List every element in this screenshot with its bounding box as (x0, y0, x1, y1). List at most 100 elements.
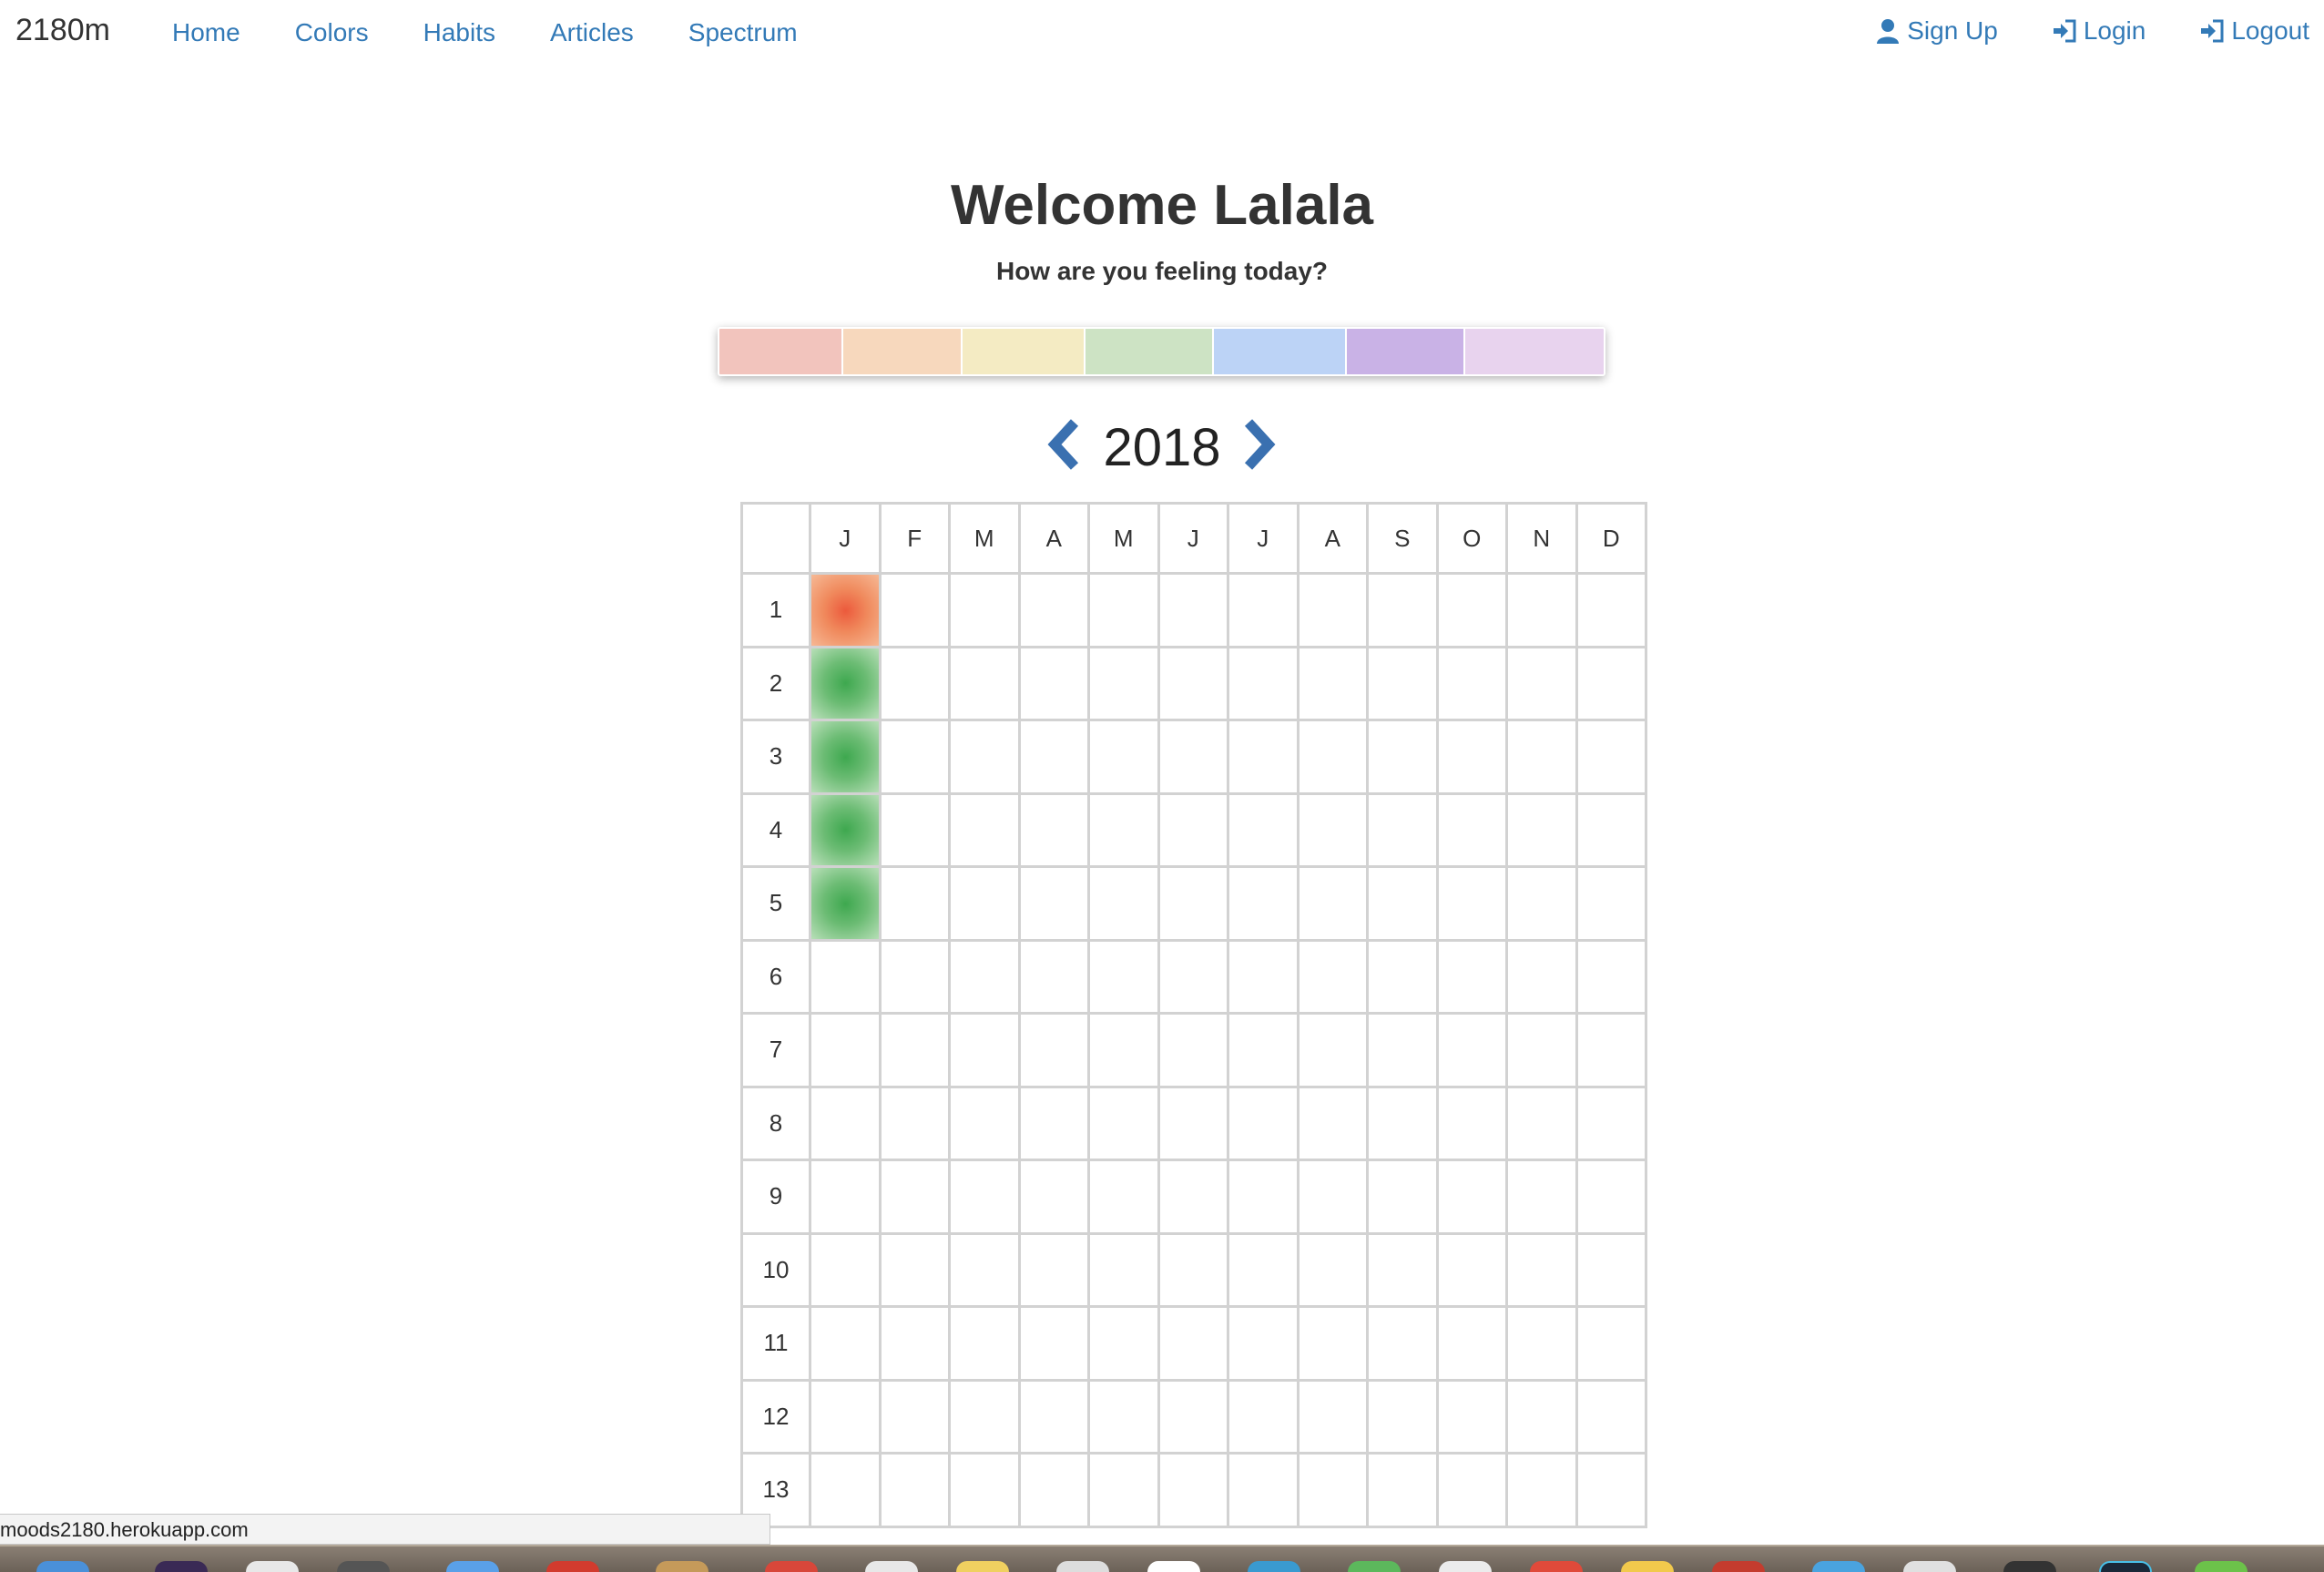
day-cell[interactable] (1157, 1452, 1229, 1528)
day-cell[interactable] (948, 938, 1021, 1015)
day-cell[interactable] (1575, 791, 1647, 868)
chevron-left-icon[interactable] (1042, 417, 1082, 472)
day-cell[interactable] (878, 719, 951, 795)
day-cell[interactable] (1366, 1305, 1439, 1382)
chevron-right-icon[interactable] (1241, 417, 1281, 472)
day-cell[interactable] (1157, 572, 1229, 648)
dock-app-icon[interactable] (956, 1561, 1009, 1572)
day-cell[interactable] (1296, 719, 1369, 795)
day-cell[interactable] (1435, 938, 1508, 1015)
day-cell[interactable] (1366, 1378, 1439, 1455)
day-cell[interactable] (1227, 1085, 1300, 1161)
day-cell[interactable] (1296, 1231, 1369, 1308)
day-cell[interactable] (1505, 572, 1578, 648)
day-cell-orange[interactable] (809, 572, 882, 648)
day-cell[interactable] (1157, 1378, 1229, 1455)
day-cell[interactable] (1087, 572, 1160, 648)
day-cell[interactable] (1435, 1378, 1508, 1455)
day-cell[interactable] (1157, 791, 1229, 868)
day-cell[interactable] (1296, 938, 1369, 1015)
day-cell-green[interactable] (809, 865, 882, 942)
day-cell[interactable] (878, 572, 951, 648)
day-cell[interactable] (1157, 865, 1229, 942)
dock-app-icon[interactable] (765, 1561, 818, 1572)
day-cell[interactable] (1366, 1159, 1439, 1235)
day-cell[interactable] (1505, 1231, 1578, 1308)
dock-app-icon[interactable] (1348, 1561, 1401, 1572)
day-cell[interactable] (1366, 1012, 1439, 1088)
nav-home-link[interactable]: Home (172, 18, 240, 47)
day-cell[interactable] (1505, 1012, 1578, 1088)
day-cell[interactable] (1017, 572, 1090, 648)
day-cell[interactable] (878, 1085, 951, 1161)
day-cell[interactable] (1087, 1378, 1160, 1455)
day-cell[interactable] (1575, 1305, 1647, 1382)
day-cell[interactable] (1435, 645, 1508, 721)
mood-swatch-pink[interactable] (1465, 329, 1604, 374)
login-link[interactable]: Login (2051, 16, 2146, 46)
day-cell[interactable] (1017, 645, 1090, 721)
dock-app-icon[interactable] (1621, 1561, 1674, 1572)
day-cell[interactable] (1157, 719, 1229, 795)
day-cell[interactable] (878, 1231, 951, 1308)
dock-app-icon[interactable] (2099, 1561, 2152, 1572)
dock-app-icon[interactable] (446, 1561, 499, 1572)
day-cell[interactable] (809, 938, 882, 1015)
day-cell[interactable] (809, 1452, 882, 1528)
day-cell[interactable] (1227, 1378, 1300, 1455)
day-cell[interactable] (1575, 1159, 1647, 1235)
dock-app-icon[interactable] (546, 1561, 599, 1572)
day-cell[interactable] (1296, 1085, 1369, 1161)
day-cell[interactable] (1157, 1012, 1229, 1088)
dock-app-icon[interactable] (1812, 1561, 1865, 1572)
nav-habits-link[interactable]: Habits (423, 18, 495, 47)
day-cell[interactable] (1435, 1085, 1508, 1161)
dock-app-icon[interactable] (1903, 1561, 1956, 1572)
day-cell[interactable] (1366, 791, 1439, 868)
dock-app-icon[interactable] (865, 1561, 918, 1572)
day-cell[interactable] (878, 645, 951, 721)
day-cell[interactable] (1087, 938, 1160, 1015)
day-cell-green[interactable] (809, 791, 882, 868)
dock-app-icon[interactable] (1147, 1561, 1200, 1572)
day-cell[interactable] (1227, 1231, 1300, 1308)
dock-app-icon[interactable] (246, 1561, 299, 1572)
dock-app-icon[interactable] (1248, 1561, 1300, 1572)
day-cell[interactable] (1435, 1305, 1508, 1382)
day-cell[interactable] (878, 791, 951, 868)
day-cell[interactable] (1366, 645, 1439, 721)
day-cell[interactable] (1087, 1231, 1160, 1308)
dock-app-icon[interactable] (1439, 1561, 1492, 1572)
day-cell[interactable] (1435, 791, 1508, 868)
day-cell[interactable] (1366, 1085, 1439, 1161)
day-cell[interactable] (1296, 645, 1369, 721)
mood-swatch-yellow[interactable] (963, 329, 1086, 374)
day-cell[interactable] (1017, 1085, 1090, 1161)
day-cell[interactable] (948, 1159, 1021, 1235)
day-cell[interactable] (1505, 1085, 1578, 1161)
day-cell[interactable] (1157, 1085, 1229, 1161)
day-cell[interactable] (1505, 1378, 1578, 1455)
dock-app-icon[interactable] (1712, 1561, 1765, 1572)
day-cell[interactable] (948, 1378, 1021, 1455)
day-cell[interactable] (948, 1085, 1021, 1161)
day-cell[interactable] (1575, 1452, 1647, 1528)
day-cell[interactable] (1157, 645, 1229, 721)
day-cell[interactable] (1157, 1305, 1229, 1382)
day-cell[interactable] (1296, 1378, 1369, 1455)
day-cell[interactable] (878, 1305, 951, 1382)
day-cell[interactable] (1505, 719, 1578, 795)
day-cell[interactable] (1366, 938, 1439, 1015)
day-cell[interactable] (1366, 1452, 1439, 1528)
day-cell[interactable] (1505, 1159, 1578, 1235)
dock-app-icon[interactable] (2195, 1561, 2248, 1572)
day-cell[interactable] (1296, 1452, 1369, 1528)
day-cell[interactable] (1227, 1305, 1300, 1382)
day-cell[interactable] (1017, 791, 1090, 868)
day-cell[interactable] (809, 1231, 882, 1308)
day-cell[interactable] (948, 865, 1021, 942)
day-cell[interactable] (1435, 865, 1508, 942)
day-cell[interactable] (1435, 572, 1508, 648)
day-cell[interactable] (1505, 865, 1578, 942)
nav-spectrum-link[interactable]: Spectrum (688, 18, 798, 47)
